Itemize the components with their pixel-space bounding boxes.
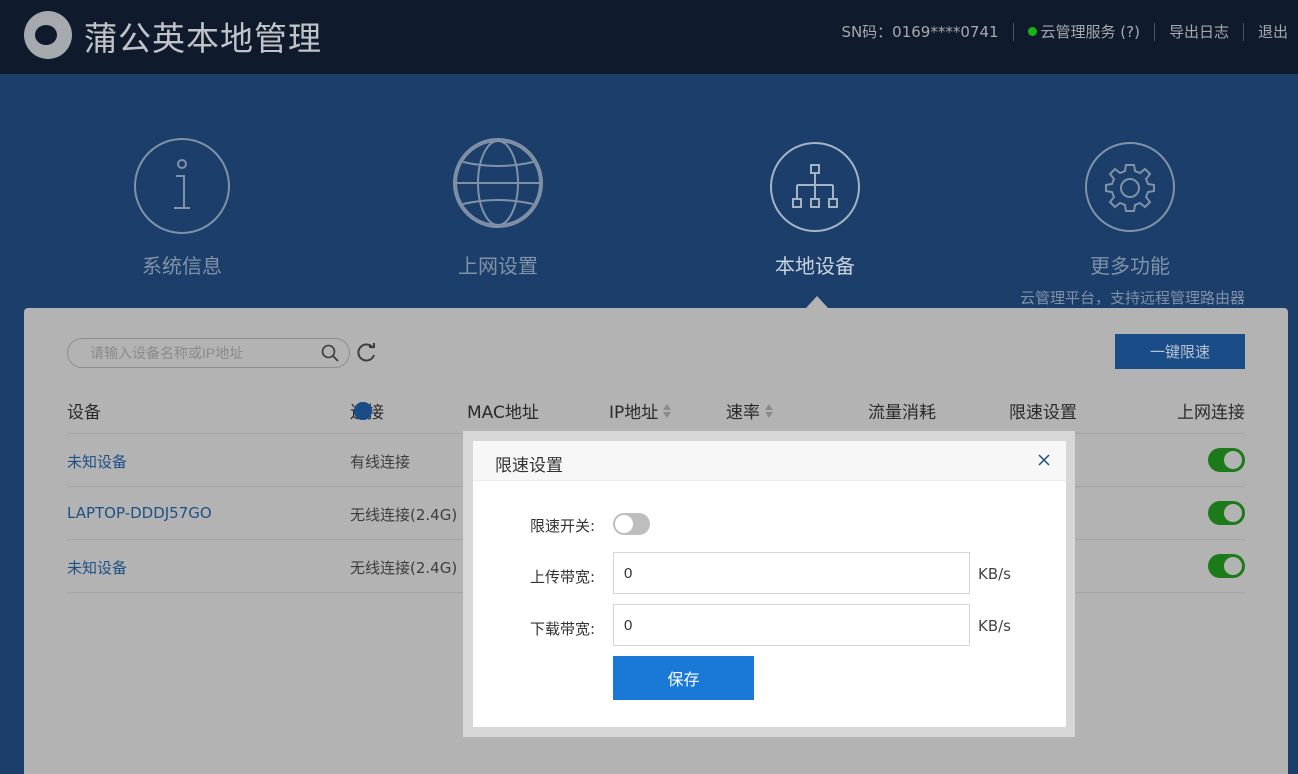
network-tree-icon (770, 142, 860, 232)
cloud-service-link[interactable]: 云管理服务 (?) (1041, 21, 1140, 42)
upload-field-wrap (613, 552, 970, 594)
download-label: 下载带宽: (529, 620, 595, 638)
col-rate[interactable]: 速率 (726, 398, 774, 423)
download-bandwidth-input[interactable] (614, 605, 969, 645)
export-log-link[interactable]: 导出日志 (1169, 21, 1229, 42)
search-box[interactable] (67, 338, 350, 368)
nav-label: 上网设置 (458, 254, 538, 278)
table-header: 设备 连接 MAC地址 IP地址 速率 流量消耗 限速设置 上网连接 (67, 394, 1245, 434)
nav-internet-settings[interactable]: 上网设置 (388, 138, 608, 279)
sort-icon[interactable] (662, 403, 672, 418)
nav-sub-label: 云管理平台，支持远程管理路由器 (1020, 289, 1246, 307)
col-limit: 限速设置 (1009, 403, 1077, 423)
nav-more-features[interactable]: 更多功能 云管理平台，支持远程管理路由器 (1020, 138, 1246, 308)
limit-switch[interactable] (613, 513, 650, 535)
limit-switch-label: 限速开关: (529, 517, 595, 535)
nav-local-devices[interactable]: 本地设备 (705, 138, 925, 279)
nav-system-info[interactable]: 系统信息 (72, 138, 292, 279)
limit-all-button[interactable]: 一键限速 (1115, 334, 1245, 369)
divider (1153, 22, 1155, 41)
speed-limit-dialog: 限速设置 限速开关: 上传带宽: KB/s 下载带宽: KB/s 保存 (473, 441, 1066, 727)
col-ip-label: IP地址 (609, 403, 659, 423)
info-icon (134, 138, 230, 234)
col-ip[interactable]: IP地址 (609, 398, 672, 423)
online-toggle[interactable] (1208, 501, 1245, 525)
col-device: 设备 (67, 403, 101, 423)
col-traffic: 流量消耗 (868, 403, 936, 423)
nav-label: 系统信息 (142, 254, 222, 278)
search-input[interactable] (68, 339, 308, 367)
status-dot-icon (1027, 27, 1037, 36)
top-header: 蒲公英本地管理 SN码：0169****0741 云管理服务 (?) 导出日志 … (0, 0, 1298, 74)
connection-type: 无线连接(2.4G) (350, 506, 458, 524)
wired-filter-icon[interactable] (354, 402, 372, 420)
dialog-title: 限速设置 (495, 456, 563, 476)
upload-unit: KB/s (978, 565, 1011, 583)
device-name-link[interactable]: LAPTOP-DDDJ57GO (67, 504, 212, 522)
globe-icon (453, 138, 543, 228)
dialog-header: 限速设置 (473, 441, 1066, 481)
serial-number: SN码：0169****0741 (841, 23, 999, 41)
col-connection: 连接 (350, 398, 384, 423)
connection-type: 有线连接 (350, 453, 411, 471)
gear-icon (1085, 142, 1175, 232)
refresh-icon[interactable] (355, 342, 377, 364)
save-button[interactable]: 保存 (613, 656, 754, 700)
online-toggle[interactable] (1208, 448, 1245, 472)
header-actions: SN码：0169****0741 云管理服务 (?) 导出日志 退出 (841, 21, 1288, 42)
upload-bandwidth-input[interactable] (614, 553, 969, 593)
nav-label: 本地设备 (775, 254, 855, 278)
col-mac: MAC地址 (467, 403, 539, 423)
connection-type: 无线连接(2.4G) (350, 559, 458, 577)
device-name-link[interactable]: 未知设备 (67, 557, 127, 578)
col-rate-label: 速率 (726, 403, 760, 423)
download-field-wrap (613, 604, 970, 646)
sort-icon[interactable] (764, 403, 774, 418)
pgy-logo-icon (24, 11, 72, 59)
online-toggle[interactable] (1208, 554, 1245, 578)
divider (1242, 22, 1244, 41)
device-name-link[interactable]: 未知设备 (67, 451, 127, 472)
col-online: 上网连接 (1177, 403, 1245, 423)
search-icon[interactable] (321, 344, 339, 362)
upload-label: 上传带宽: (529, 568, 595, 586)
close-icon[interactable] (1036, 452, 1052, 468)
nav-label: 更多功能 (1090, 254, 1170, 278)
divider (1012, 22, 1014, 41)
download-unit: KB/s (978, 617, 1011, 635)
app-title: 蒲公英本地管理 (84, 19, 322, 58)
active-tab-pointer (806, 296, 828, 308)
logout-link[interactable]: 退出 (1258, 21, 1288, 42)
